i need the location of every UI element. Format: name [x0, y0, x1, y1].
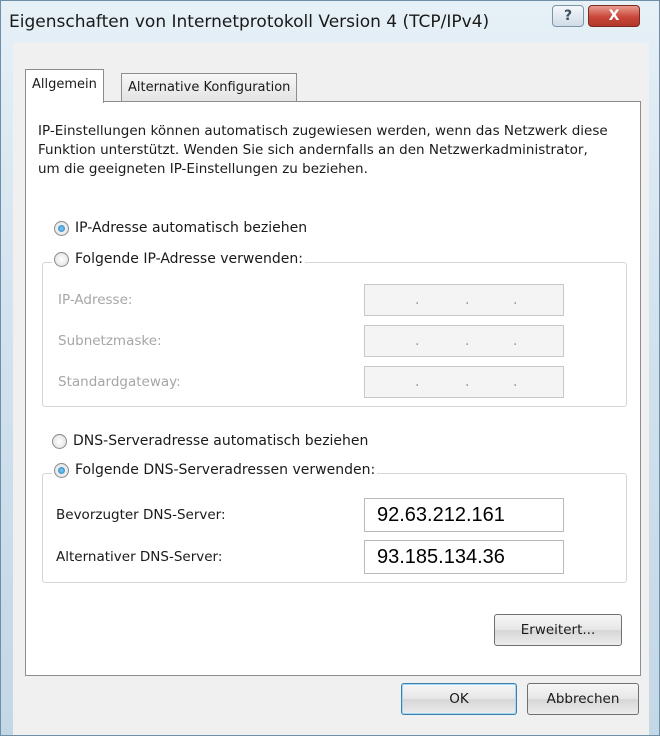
default-gateway-input[interactable]: ... — [364, 366, 564, 398]
alternate-dns-label: Alternativer DNS-Server: — [56, 549, 223, 565]
ip-manual-label: Folgende IP-Adresse verwenden: — [75, 251, 303, 267]
subnet-mask-input[interactable]: ... — [364, 325, 564, 357]
ip-manual-radio[interactable] — [54, 251, 69, 267]
preferred-dns-input[interactable]: 92.63.212.161 — [364, 498, 564, 532]
close-icon: X — [608, 8, 620, 24]
ip-address-input[interactable]: ... — [364, 284, 564, 316]
subnet-mask-label: Subnetzmaske: — [58, 333, 162, 349]
close-button[interactable]: X — [588, 5, 640, 27]
ip-auto-label: IP-Adresse automatisch beziehen — [75, 220, 308, 236]
dns-manual-label: Folgende DNS-Serveradressen verwenden: — [75, 462, 376, 478]
ip-auto-option[interactable]: IP-Adresse automatisch beziehen — [54, 220, 307, 236]
help-button[interactable]: ? — [552, 5, 584, 27]
tab-allgemein[interactable]: Allgemein — [25, 69, 104, 103]
dns-auto-label: DNS-Serveradresse automatisch beziehen — [73, 433, 369, 449]
tab-panel-general: IP-Einstellungen können automatisch zuge… — [25, 101, 641, 676]
advanced-button[interactable]: Erweitert... — [494, 614, 622, 646]
preferred-dns-label: Bevorzugter DNS-Server: — [56, 507, 226, 523]
ok-button[interactable]: OK — [401, 683, 517, 715]
dns-manual-radio[interactable] — [54, 462, 69, 478]
dns-auto-option[interactable]: DNS-Serveradresse automatisch beziehen — [52, 433, 368, 449]
dns-manual-option[interactable]: Folgende DNS-Serveradressen verwenden: — [52, 462, 378, 478]
dialog-client-area: Allgemein Alternative Konfiguration IP-E… — [13, 43, 649, 735]
ip-auto-radio[interactable] — [54, 220, 69, 236]
cancel-button[interactable]: Abbrechen — [527, 683, 639, 715]
tab-alternative-konfiguration[interactable]: Alternative Konfiguration — [121, 73, 298, 102]
alternate-dns-input[interactable]: 93.185.134.36 — [364, 540, 564, 574]
window-title: Eigenschaften von Internetprotokoll Vers… — [9, 12, 490, 32]
description-text: IP-Einstellungen können automatisch zuge… — [38, 123, 608, 177]
ip-address-label: IP-Adresse: — [58, 292, 133, 308]
help-icon: ? — [563, 8, 573, 24]
dialog-window: Eigenschaften von Internetprotokoll Vers… — [0, 0, 660, 736]
title-bar[interactable]: Eigenschaften von Internetprotokoll Vers… — [1, 1, 659, 41]
dns-auto-radio[interactable] — [52, 433, 67, 449]
ip-manual-option[interactable]: Folgende IP-Adresse verwenden: — [52, 251, 305, 267]
default-gateway-label: Standardgateway: — [58, 374, 181, 390]
